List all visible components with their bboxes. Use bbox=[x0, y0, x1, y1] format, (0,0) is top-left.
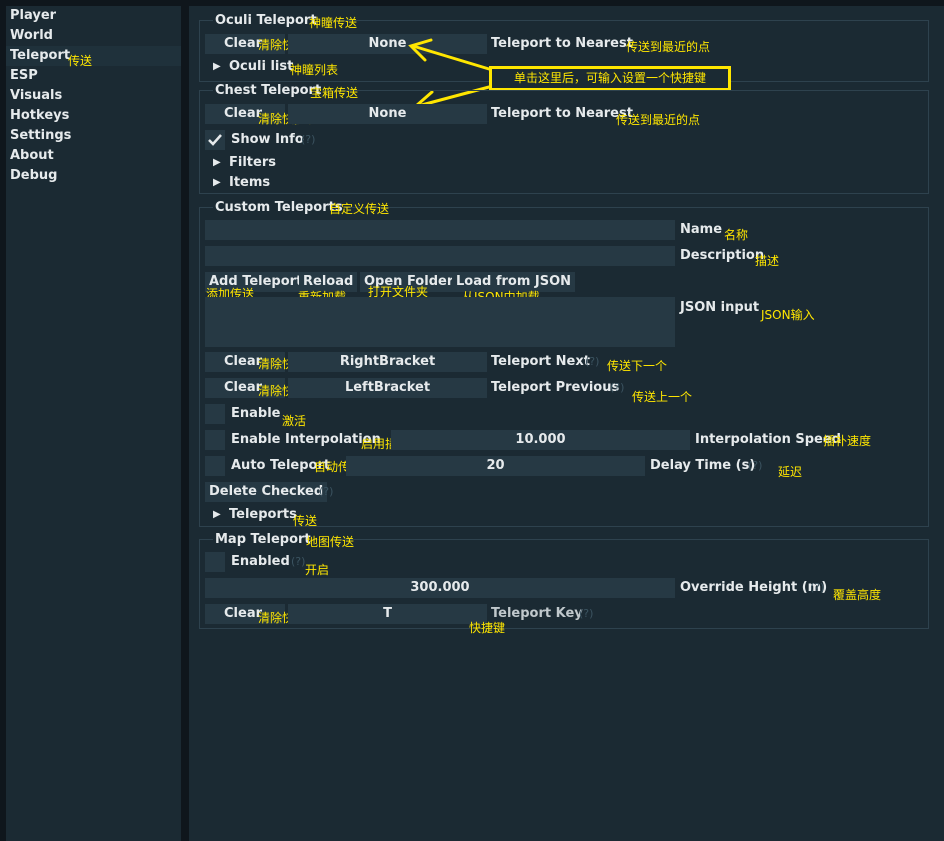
chest-teleport-title: Chest Teleport bbox=[213, 82, 324, 100]
map-teleport-title: Map Teleport bbox=[213, 531, 313, 549]
show-info-checkbox[interactable] bbox=[205, 130, 225, 150]
enable-label: Enable bbox=[231, 406, 281, 421]
checkmark-icon bbox=[208, 134, 222, 146]
help-icon[interactable]: (?) bbox=[748, 456, 762, 476]
teleport-previous-label: Teleport Previous bbox=[491, 380, 620, 395]
items-tree[interactable]: Items bbox=[229, 173, 270, 193]
map-enabled-annotation: 开启 bbox=[305, 563, 330, 577]
next-hotkey-field[interactable]: RightBracket bbox=[288, 352, 487, 372]
teleport-next-annotation: 传送下一个 bbox=[607, 359, 668, 373]
help-icon[interactable]: (?) bbox=[319, 482, 333, 502]
enable-annotation: 激活 bbox=[282, 414, 307, 428]
name-input[interactable] bbox=[205, 220, 675, 240]
delete-checked-button[interactable]: Delete Checked bbox=[205, 482, 328, 502]
delay-time-slider[interactable]: 20 bbox=[346, 456, 645, 476]
delay-time-label: Delay Time (s) bbox=[650, 458, 756, 473]
chest-nearest-annotation: 传送到最近的点 bbox=[616, 113, 701, 127]
enable-interpolation-label: Enable Interpolation bbox=[231, 432, 381, 447]
description-label: Description bbox=[680, 248, 765, 263]
auto-teleport-checkbox[interactable] bbox=[205, 456, 225, 476]
map-title-annotation: 地图传送 bbox=[306, 535, 355, 549]
interpolation-speed-annotation: 插补速度 bbox=[823, 434, 872, 448]
json-input-textarea[interactable] bbox=[205, 297, 675, 347]
chest-nearest-label: Teleport to Nearest bbox=[491, 106, 633, 121]
interpolation-speed-slider[interactable]: 10.000 bbox=[391, 430, 690, 450]
override-height-slider[interactable]: 300.000 bbox=[205, 578, 675, 598]
filters-tree[interactable]: Filters bbox=[229, 153, 276, 173]
help-icon[interactable]: (?) bbox=[301, 130, 315, 150]
collapse-arrow-icon[interactable]: ▶ bbox=[213, 174, 221, 192]
enable-checkbox[interactable] bbox=[205, 404, 225, 424]
map-enabled-checkbox[interactable] bbox=[205, 552, 225, 572]
collapse-arrow-icon[interactable]: ▶ bbox=[213, 154, 221, 172]
collapse-arrow-icon[interactable]: ▶ bbox=[213, 506, 221, 524]
enable-interpolation-checkbox[interactable] bbox=[205, 430, 225, 450]
map-hotkey-field[interactable]: T bbox=[288, 604, 487, 624]
teleport-next-label: Teleport Next bbox=[491, 354, 590, 369]
help-icon[interactable]: (?) bbox=[810, 578, 824, 598]
prev-hotkey-field[interactable]: LeftBracket bbox=[288, 378, 487, 398]
interpolation-speed-label: Interpolation Speed bbox=[695, 432, 841, 447]
map-enabled-label: Enabled bbox=[231, 554, 290, 569]
callout-arrow-upper-icon bbox=[408, 38, 491, 71]
description-annotation: 描述 bbox=[755, 254, 780, 268]
chest-title-annotation: 宝箱传送 bbox=[310, 86, 359, 100]
custom-title-annotation: 自定义传送 bbox=[329, 202, 390, 216]
chest-hotkey-field[interactable]: None bbox=[288, 104, 487, 124]
name-label: Name bbox=[680, 222, 723, 237]
help-icon[interactable]: (?) bbox=[291, 552, 305, 572]
name-annotation: 名称 bbox=[724, 228, 749, 242]
show-info-label: Show Info bbox=[231, 132, 304, 147]
override-height-label: Override Height (m) bbox=[680, 580, 828, 595]
json-input-label: JSON input bbox=[680, 300, 760, 315]
help-icon[interactable]: (?) bbox=[579, 604, 593, 624]
teleports-annotation: 传送 bbox=[293, 514, 318, 528]
help-icon[interactable]: (?) bbox=[610, 378, 624, 398]
teleports-tree[interactable]: Teleports bbox=[229, 505, 297, 525]
description-input[interactable] bbox=[205, 246, 675, 266]
custom-teleports-title: Custom Teleports bbox=[213, 199, 345, 217]
help-icon[interactable]: (?) bbox=[585, 352, 599, 372]
teleport-previous-annotation: 传送上一个 bbox=[632, 390, 693, 404]
json-input-annotation: JSON输入 bbox=[761, 308, 815, 322]
delay-time-annotation: 延迟 bbox=[778, 465, 803, 479]
teleport-key-annotation: 快捷键 bbox=[469, 621, 506, 635]
override-height-annotation: 覆盖高度 bbox=[833, 588, 882, 602]
